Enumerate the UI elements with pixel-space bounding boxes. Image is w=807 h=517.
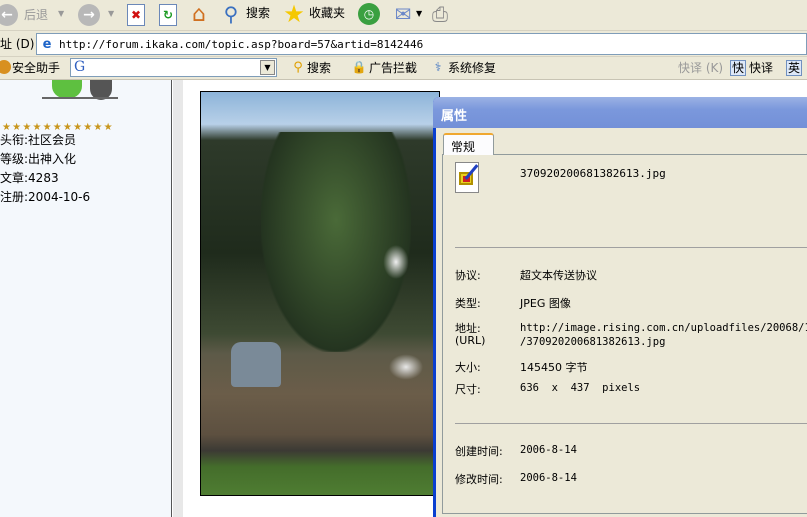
url-value-line1: http://image.rising.com.cn/uploadfiles/2… xyxy=(520,322,807,334)
address-label: 址 (D) xyxy=(0,37,35,51)
user-posts: 文章:4283 xyxy=(0,171,59,185)
mail-icon[interactable]: ✉ xyxy=(391,2,415,26)
created-label: 创建时间: xyxy=(455,445,503,458)
search-button[interactable]: 搜索 xyxy=(246,6,270,20)
english-button[interactable]: 英 xyxy=(786,60,803,76)
back-arrow-icon[interactable]: ← xyxy=(0,4,18,26)
refresh-icon[interactable]: ↻ xyxy=(159,4,177,26)
rank-star-icon: ★ xyxy=(103,122,113,133)
modified-value: 2006-8-14 xyxy=(520,472,577,484)
user-registered: 注册:2004-10-6 xyxy=(0,190,91,204)
quick-translate-icon: 快 xyxy=(730,60,747,76)
google-icon: G xyxy=(74,59,86,75)
post-image[interactable] xyxy=(200,91,440,496)
browser-toolbar: ← 后退 ▼ → ▼ ✖ ↻ ⌂ ⚲ 搜索 ★ 收藏夹 ◷ ✉ ▼ ⎙ xyxy=(0,0,807,31)
type-label: 类型: xyxy=(455,297,481,310)
image-file-icon xyxy=(455,162,479,193)
rank-stars: ★ ★ ★ ★ ★ ★ ★ ★ ★ ★ ★ xyxy=(2,119,113,133)
user-info-panel: ★ ★ ★ ★ ★ ★ ★ ★ ★ ★ ★ 头衔:社区会员 等级:出神入化 文章… xyxy=(0,80,172,517)
rank-star-icon: ★ xyxy=(12,122,23,133)
rank-star-icon: ★ xyxy=(83,122,94,133)
rank-star-icon: ★ xyxy=(73,122,84,133)
address-url: http://forum.ikaka.com/topic.asp?board=5… xyxy=(59,38,424,51)
print-icon[interactable]: ⎙ xyxy=(428,2,452,26)
address-input[interactable]: e http://forum.ikaka.com/topic.asp?board… xyxy=(36,33,807,55)
tab-general[interactable]: 常规 xyxy=(443,133,494,155)
rank-star-icon: ★ xyxy=(2,122,13,133)
general-tab-panel: 370920200681382613.jpg 协议: 超文本传送协议 类型: J… xyxy=(442,154,807,514)
lock-icon: 🔒 xyxy=(351,60,367,74)
favorites-star-icon[interactable]: ★ xyxy=(281,0,307,28)
quick-translate-menu[interactable]: 快译 (K) xyxy=(678,61,723,75)
adblock-button[interactable]: 广告拦截 xyxy=(369,61,417,75)
dialog-title: 属性 xyxy=(441,109,468,124)
created-value: 2006-8-14 xyxy=(520,444,577,456)
separator xyxy=(455,247,807,248)
history-icon[interactable]: ◷ xyxy=(358,3,380,25)
rank-star-icon: ★ xyxy=(52,122,63,133)
dimensions-value: 636 x 437 pixels xyxy=(520,382,641,394)
search-icon: ⚲ xyxy=(293,59,303,75)
protocol-value: 超文本传送协议 xyxy=(520,269,597,282)
back-button[interactable]: 后退 xyxy=(24,8,48,22)
protocol-label: 协议: xyxy=(455,269,481,282)
url-label: (URL) xyxy=(455,334,486,347)
home-icon[interactable]: ⌂ xyxy=(187,2,211,27)
favorites-button[interactable]: 收藏夹 xyxy=(309,6,345,20)
rank-star-icon: ★ xyxy=(62,122,74,133)
address-bar: 址 (D) e http://forum.ikaka.com/topic.asp… xyxy=(0,31,807,57)
ie-page-icon: e xyxy=(42,36,52,52)
back-dropdown-icon[interactable]: ▼ xyxy=(58,7,64,21)
links-toolbar: 安全助手 G ▼ ⚲ 搜索 🔒 广告拦截 ⚕ 系统修复 快译 (K) 快 快译 … xyxy=(0,57,807,80)
user-title: 头衔:社区会员 xyxy=(0,133,77,147)
links-search-button[interactable]: 搜索 xyxy=(307,61,331,75)
mail-dropdown-icon[interactable]: ▼ xyxy=(416,7,422,21)
url-value-line2: /370920200681382613.jpg xyxy=(520,336,666,348)
separator xyxy=(455,423,807,424)
rank-star-icon: ★ xyxy=(32,122,43,133)
type-value: JPEG 图像 xyxy=(520,297,571,310)
quick-translate-button[interactable]: 快译 xyxy=(749,61,773,75)
dialog-title-bar[interactable]: 属性 xyxy=(433,97,807,128)
rank-star-icon: ★ xyxy=(42,122,53,133)
user-level: 等级:出神入化 xyxy=(0,152,77,166)
rank-star-icon: ★ xyxy=(22,122,33,133)
assistant-tiger-icon xyxy=(0,60,11,74)
google-search-input[interactable]: G ▼ xyxy=(70,58,277,77)
assistant-button[interactable]: 安全助手 xyxy=(12,61,60,75)
dimensions-label: 尺寸: xyxy=(455,383,481,396)
forward-dropdown-icon[interactable]: ▼ xyxy=(108,7,114,21)
dropdown-arrow-icon[interactable]: ▼ xyxy=(260,60,275,75)
properties-dialog: 属性 常规 370920200681382613.jpg 协议: 超文本传送协议… xyxy=(433,97,807,517)
size-label: 大小: xyxy=(455,361,481,374)
repair-icon: ⚕ xyxy=(434,60,442,74)
file-name: 370920200681382613.jpg xyxy=(520,167,666,180)
forward-arrow-icon[interactable]: → xyxy=(78,4,100,26)
stop-icon[interactable]: ✖ xyxy=(127,4,145,26)
modified-label: 修改时间: xyxy=(455,473,503,486)
search-magnifier-icon[interactable]: ⚲ xyxy=(219,2,243,26)
avatar xyxy=(42,80,118,100)
repair-button[interactable]: 系统修复 xyxy=(448,61,496,75)
size-value: 145450 字节 xyxy=(520,361,588,374)
rank-star-icon: ★ xyxy=(93,122,104,133)
content-gutter xyxy=(173,80,183,517)
